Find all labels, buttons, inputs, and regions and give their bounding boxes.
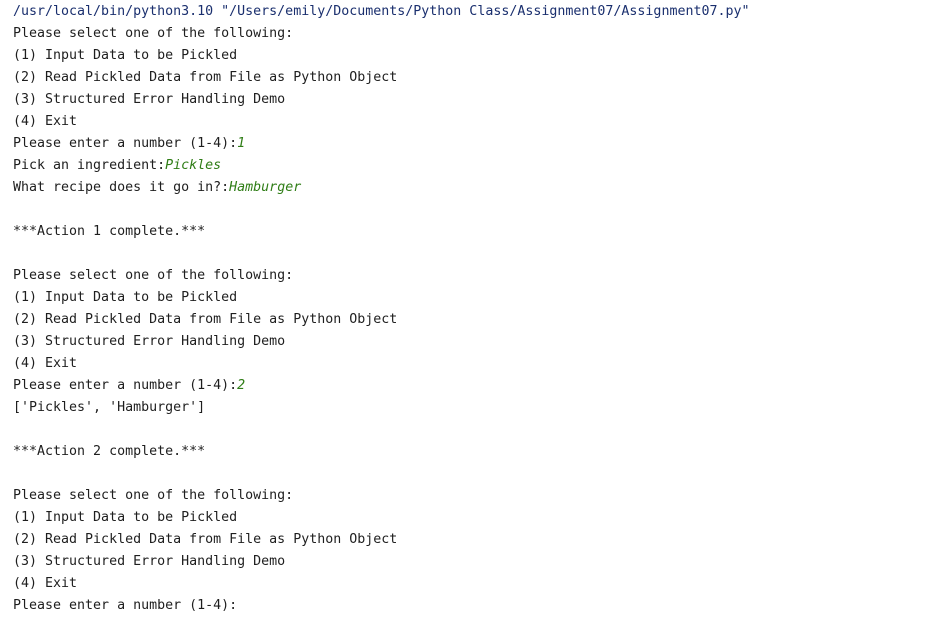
- recipe-user-input: Hamburger: [229, 180, 302, 195]
- recipe-line: What recipe does it go in?:Hamburger: [13, 177, 938, 199]
- menu-3-header: Please select one of the following:: [13, 488, 294, 503]
- ingredient-prompt: Pick an ingredient:: [13, 158, 166, 173]
- menu-2-option-2: (2) Read Pickled Data from File as Pytho…: [13, 312, 398, 327]
- menu-3-option-4: (4) Exit: [13, 576, 78, 591]
- menu-3-option-1: (1) Input Data to be Pickled: [13, 510, 238, 525]
- action-2-complete: ***Action 2 complete.***: [13, 444, 206, 459]
- command-line: /usr/local/bin/python3.10 "/Users/emily/…: [13, 4, 750, 19]
- menu-2-option-1: (1) Input Data to be Pickled: [13, 290, 238, 305]
- menu-1-option-1: (1) Input Data to be Pickled: [13, 48, 238, 63]
- menu-3-option-3: (3) Structured Error Handling Demo: [13, 554, 286, 569]
- menu-1-option-4: (4) Exit: [13, 114, 78, 129]
- menu-3-prompt-line[interactable]: Please enter a number (1-4):: [13, 595, 938, 617]
- ingredient-line: Pick an ingredient:Pickles: [13, 155, 938, 177]
- menu-1-user-input: 1: [237, 136, 246, 151]
- menu-1-prompt: Please enter a number (1-4):: [13, 136, 238, 151]
- menu-3-option-2: (2) Read Pickled Data from File as Pytho…: [13, 532, 398, 547]
- action-1-complete: ***Action 1 complete.***: [13, 224, 206, 239]
- menu-1-header: Please select one of the following:: [13, 26, 294, 41]
- menu-2-option-4: (4) Exit: [13, 356, 78, 371]
- menu-2-user-input: 2: [237, 378, 246, 393]
- menu-2-prompt-line: Please enter a number (1-4):2: [13, 375, 938, 397]
- menu-2-prompt: Please enter a number (1-4):: [13, 378, 238, 393]
- menu-1-option-2: (2) Read Pickled Data from File as Pytho…: [13, 70, 398, 85]
- menu-2-header: Please select one of the following:: [13, 268, 294, 283]
- menu-1-option-3: (3) Structured Error Handling Demo: [13, 92, 286, 107]
- menu-2-option-3: (3) Structured Error Handling Demo: [13, 334, 286, 349]
- menu-3-prompt: Please enter a number (1-4):: [13, 598, 238, 613]
- recipe-prompt: What recipe does it go in?:: [13, 180, 230, 195]
- run-console-output[interactable]: /usr/local/bin/python3.10 "/Users/emily/…: [13, 1, 938, 617]
- ingredient-user-input: Pickles: [165, 158, 222, 173]
- menu-1-prompt-line: Please enter a number (1-4):1: [13, 133, 938, 155]
- unpickled-output: ['Pickles', 'Hamburger']: [13, 400, 206, 415]
